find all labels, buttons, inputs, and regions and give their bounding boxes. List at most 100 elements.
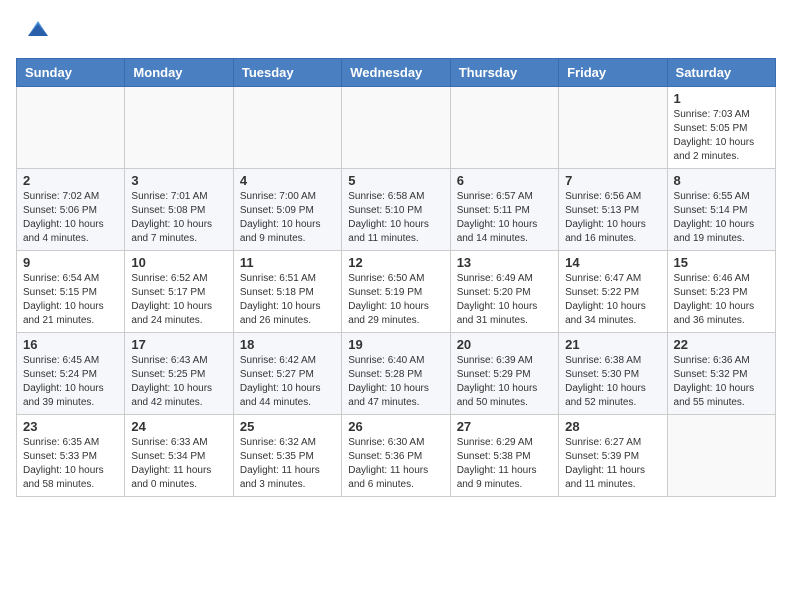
day-number: 11 bbox=[240, 255, 335, 270]
calendar-cell: 12 Sunrise: 6:50 AM Sunset: 5:19 PM Dayli… bbox=[342, 251, 450, 333]
day-number: 28 bbox=[565, 419, 660, 434]
cell-content: Sunrise: 6:29 AM Sunset: 5:38 PM Dayligh… bbox=[457, 436, 552, 492]
calendar-cell: 3 Sunrise: 7:01 AM Sunset: 5:08 PM Daylig… bbox=[125, 169, 233, 251]
logo bbox=[16, 16, 48, 46]
day-number: 7 bbox=[565, 173, 660, 188]
day-number: 14 bbox=[565, 255, 660, 270]
calendar-week-1: 1Sunrise: 7:03 AM Sunset: 5:05 PM Daylig… bbox=[17, 87, 776, 169]
day-number: 13 bbox=[457, 255, 552, 270]
cell-content: Sunrise: 6:57 AM Sunset: 5:11 PM Dayligh… bbox=[457, 190, 552, 246]
calendar-cell: 9Sunrise: 6:54 AM Sunset: 5:15 PM Daylig… bbox=[17, 251, 125, 333]
page-header bbox=[16, 16, 776, 46]
day-number: 10 bbox=[131, 255, 226, 270]
calendar-cell: 21 Sunrise: 6:38 AM Sunset: 5:30 PM Dayli… bbox=[559, 333, 667, 415]
cell-content: Sunrise: 6:55 AM Sunset: 5:14 PM Dayligh… bbox=[674, 190, 769, 246]
day-number: 8 bbox=[674, 173, 769, 188]
cell-content: Sunrise: 6:35 AM Sunset: 5:33 PM Dayligh… bbox=[23, 436, 118, 492]
calendar-cell bbox=[17, 87, 125, 169]
calendar-cell: 25 Sunrise: 6:32 AM Sunset: 5:35 PM Dayli… bbox=[233, 415, 341, 497]
weekday-header-row: SundayMondayTuesdayWednesdayThursdayFrid… bbox=[17, 59, 776, 87]
calendar-week-2: 2 Sunrise: 7:02 AM Sunset: 5:06 PM Daylig… bbox=[17, 169, 776, 251]
day-number: 12 bbox=[348, 255, 443, 270]
calendar-cell: 10 Sunrise: 6:52 AM Sunset: 5:17 PM Dayli… bbox=[125, 251, 233, 333]
calendar-cell: 15 Sunrise: 6:46 AM Sunset: 5:23 PM Dayli… bbox=[667, 251, 775, 333]
calendar-cell: 27 Sunrise: 6:29 AM Sunset: 5:38 PM Dayli… bbox=[450, 415, 558, 497]
calendar-cell: 22 Sunrise: 6:36 AM Sunset: 5:32 PM Dayli… bbox=[667, 333, 775, 415]
day-number: 5 bbox=[348, 173, 443, 188]
calendar-cell: 16 Sunrise: 6:45 AM Sunset: 5:24 PM Dayli… bbox=[17, 333, 125, 415]
cell-content: Sunrise: 6:39 AM Sunset: 5:29 PM Dayligh… bbox=[457, 354, 552, 410]
day-number: 25 bbox=[240, 419, 335, 434]
calendar-cell: 2 Sunrise: 7:02 AM Sunset: 5:06 PM Daylig… bbox=[17, 169, 125, 251]
day-number: 26 bbox=[348, 419, 443, 434]
calendar-cell: 7 Sunrise: 6:56 AM Sunset: 5:13 PM Daylig… bbox=[559, 169, 667, 251]
day-number: 21 bbox=[565, 337, 660, 352]
weekday-header-sunday: Sunday bbox=[17, 59, 125, 87]
calendar-cell: 8 Sunrise: 6:55 AM Sunset: 5:14 PM Daylig… bbox=[667, 169, 775, 251]
calendar-cell bbox=[233, 87, 341, 169]
calendar-cell: 14 Sunrise: 6:47 AM Sunset: 5:22 PM Dayli… bbox=[559, 251, 667, 333]
logo-icon bbox=[18, 16, 48, 46]
cell-content: Sunrise: 6:46 AM Sunset: 5:23 PM Dayligh… bbox=[674, 272, 769, 328]
day-number: 23 bbox=[23, 419, 118, 434]
cell-content: Sunrise: 6:52 AM Sunset: 5:17 PM Dayligh… bbox=[131, 272, 226, 328]
day-number: 3 bbox=[131, 173, 226, 188]
day-number: 2 bbox=[23, 173, 118, 188]
calendar-cell: 28 Sunrise: 6:27 AM Sunset: 5:39 PM Dayli… bbox=[559, 415, 667, 497]
calendar-cell bbox=[667, 415, 775, 497]
weekday-header-wednesday: Wednesday bbox=[342, 59, 450, 87]
cell-content: Sunrise: 6:43 AM Sunset: 5:25 PM Dayligh… bbox=[131, 354, 226, 410]
cell-content: Sunrise: 6:32 AM Sunset: 5:35 PM Dayligh… bbox=[240, 436, 335, 492]
calendar-cell bbox=[450, 87, 558, 169]
cell-content: Sunrise: 6:40 AM Sunset: 5:28 PM Dayligh… bbox=[348, 354, 443, 410]
cell-content: Sunrise: 6:33 AM Sunset: 5:34 PM Dayligh… bbox=[131, 436, 226, 492]
day-number: 16 bbox=[23, 337, 118, 352]
calendar-table: SundayMondayTuesdayWednesdayThursdayFrid… bbox=[16, 58, 776, 497]
cell-content: Sunrise: 6:56 AM Sunset: 5:13 PM Dayligh… bbox=[565, 190, 660, 246]
day-number: 4 bbox=[240, 173, 335, 188]
day-number: 22 bbox=[674, 337, 769, 352]
calendar-cell: 5 Sunrise: 6:58 AM Sunset: 5:10 PM Daylig… bbox=[342, 169, 450, 251]
cell-content: Sunrise: 6:51 AM Sunset: 5:18 PM Dayligh… bbox=[240, 272, 335, 328]
day-number: 18 bbox=[240, 337, 335, 352]
calendar-cell: 13 Sunrise: 6:49 AM Sunset: 5:20 PM Dayli… bbox=[450, 251, 558, 333]
weekday-header-tuesday: Tuesday bbox=[233, 59, 341, 87]
day-number: 27 bbox=[457, 419, 552, 434]
day-number: 24 bbox=[131, 419, 226, 434]
calendar-cell bbox=[342, 87, 450, 169]
cell-content: Sunrise: 6:45 AM Sunset: 5:24 PM Dayligh… bbox=[23, 354, 118, 410]
cell-content: Sunrise: 6:27 AM Sunset: 5:39 PM Dayligh… bbox=[565, 436, 660, 492]
weekday-header-saturday: Saturday bbox=[667, 59, 775, 87]
calendar-cell: 1Sunrise: 7:03 AM Sunset: 5:05 PM Daylig… bbox=[667, 87, 775, 169]
day-number: 9 bbox=[23, 255, 118, 270]
cell-content: Sunrise: 7:01 AM Sunset: 5:08 PM Dayligh… bbox=[131, 190, 226, 246]
cell-content: Sunrise: 7:00 AM Sunset: 5:09 PM Dayligh… bbox=[240, 190, 335, 246]
weekday-header-monday: Monday bbox=[125, 59, 233, 87]
day-number: 17 bbox=[131, 337, 226, 352]
calendar-cell: 4 Sunrise: 7:00 AM Sunset: 5:09 PM Daylig… bbox=[233, 169, 341, 251]
cell-content: Sunrise: 6:58 AM Sunset: 5:10 PM Dayligh… bbox=[348, 190, 443, 246]
weekday-header-thursday: Thursday bbox=[450, 59, 558, 87]
calendar-cell bbox=[125, 87, 233, 169]
day-number: 6 bbox=[457, 173, 552, 188]
cell-content: Sunrise: 6:50 AM Sunset: 5:19 PM Dayligh… bbox=[348, 272, 443, 328]
day-number: 1 bbox=[674, 91, 769, 106]
calendar-cell: 24 Sunrise: 6:33 AM Sunset: 5:34 PM Dayli… bbox=[125, 415, 233, 497]
cell-content: Sunrise: 6:30 AM Sunset: 5:36 PM Dayligh… bbox=[348, 436, 443, 492]
cell-content: Sunrise: 6:36 AM Sunset: 5:32 PM Dayligh… bbox=[674, 354, 769, 410]
cell-content: Sunrise: 6:49 AM Sunset: 5:20 PM Dayligh… bbox=[457, 272, 552, 328]
day-number: 20 bbox=[457, 337, 552, 352]
weekday-header-friday: Friday bbox=[559, 59, 667, 87]
calendar-cell: 26 Sunrise: 6:30 AM Sunset: 5:36 PM Dayli… bbox=[342, 415, 450, 497]
day-number: 19 bbox=[348, 337, 443, 352]
day-number: 15 bbox=[674, 255, 769, 270]
calendar-cell: 20 Sunrise: 6:39 AM Sunset: 5:29 PM Dayli… bbox=[450, 333, 558, 415]
calendar-cell: 17 Sunrise: 6:43 AM Sunset: 5:25 PM Dayli… bbox=[125, 333, 233, 415]
cell-content: Sunrise: 6:38 AM Sunset: 5:30 PM Dayligh… bbox=[565, 354, 660, 410]
calendar-cell: 11 Sunrise: 6:51 AM Sunset: 5:18 PM Dayli… bbox=[233, 251, 341, 333]
calendar-week-3: 9Sunrise: 6:54 AM Sunset: 5:15 PM Daylig… bbox=[17, 251, 776, 333]
cell-content: Sunrise: 7:02 AM Sunset: 5:06 PM Dayligh… bbox=[23, 190, 118, 246]
calendar-cell: 19 Sunrise: 6:40 AM Sunset: 5:28 PM Dayli… bbox=[342, 333, 450, 415]
cell-content: Sunrise: 6:47 AM Sunset: 5:22 PM Dayligh… bbox=[565, 272, 660, 328]
calendar-cell: 23 Sunrise: 6:35 AM Sunset: 5:33 PM Dayli… bbox=[17, 415, 125, 497]
